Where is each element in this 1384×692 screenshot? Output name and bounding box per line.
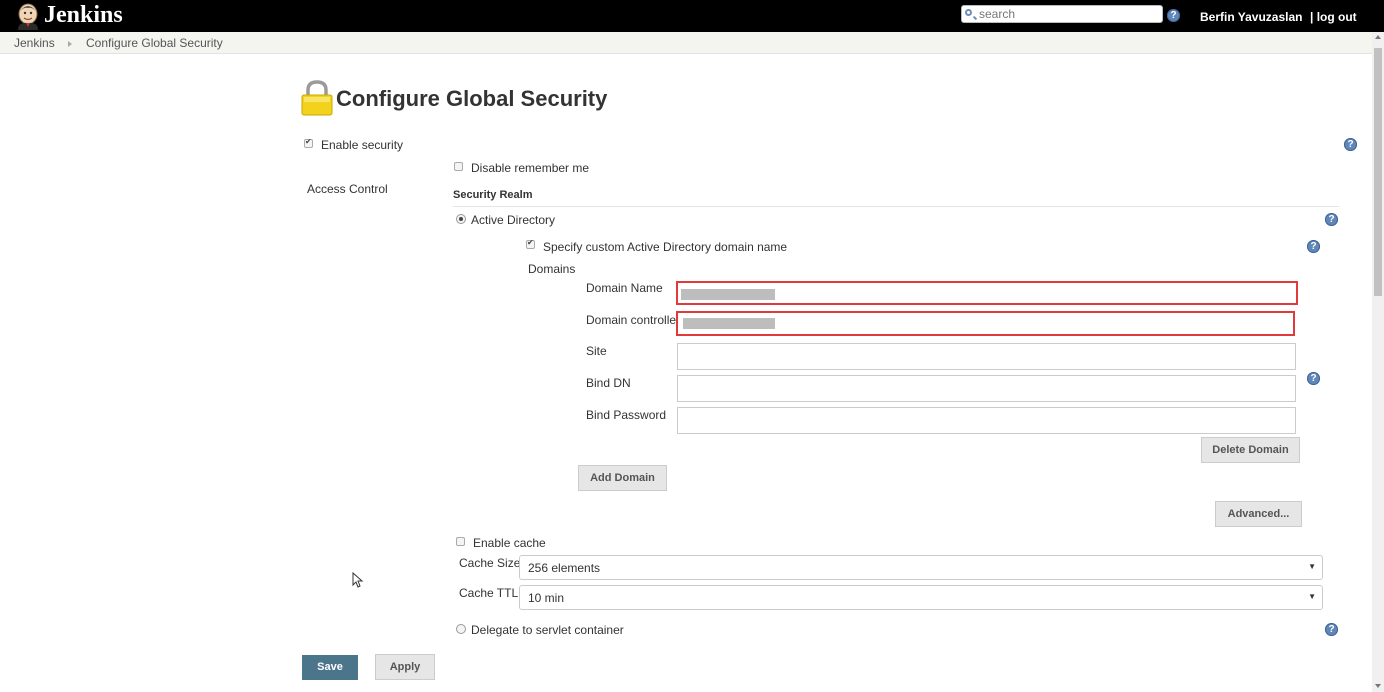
access-control-label: Access Control bbox=[307, 182, 388, 196]
advanced-button[interactable]: Advanced... bbox=[1215, 501, 1302, 527]
cache-size-select[interactable]: 256 elements ▼ bbox=[519, 555, 1323, 580]
mouse-pointer-icon bbox=[352, 572, 364, 588]
breadcrumb-configure-global-security[interactable]: Configure Global Security bbox=[86, 36, 223, 50]
logout-link[interactable]: | log out bbox=[1310, 10, 1357, 24]
scroll-down-arrow-icon[interactable] bbox=[1375, 684, 1381, 688]
enable-cache-label[interactable]: Enable cache bbox=[473, 536, 546, 550]
active-directory-label[interactable]: Active Directory bbox=[471, 213, 555, 227]
padlock-icon bbox=[301, 80, 333, 116]
search-input[interactable] bbox=[979, 6, 1159, 22]
custom-domain-label[interactable]: Specify custom Active Directory domain n… bbox=[543, 240, 787, 254]
domain-name-label: Domain Name bbox=[586, 281, 663, 295]
search-icon bbox=[965, 9, 972, 16]
bind-dn-input[interactable] bbox=[677, 375, 1296, 402]
enable-security-label[interactable]: Enable security bbox=[321, 138, 403, 152]
domains-label: Domains bbox=[528, 262, 576, 276]
dropdown-arrow-icon: ▼ bbox=[1308, 592, 1316, 601]
search-help-icon[interactable]: ? bbox=[1167, 9, 1180, 22]
user-name-link[interactable]: Berfin Yavuzaslan bbox=[1200, 10, 1303, 24]
custom-domain-checkbox[interactable] bbox=[526, 238, 535, 249]
active-directory-radio[interactable] bbox=[456, 214, 466, 224]
breadcrumb: Jenkins Configure Global Security bbox=[0, 32, 1372, 54]
cache-size-label: Cache Size bbox=[459, 556, 521, 570]
app-name[interactable]: Jenkins bbox=[44, 2, 123, 29]
jenkins-logo-icon[interactable] bbox=[15, 3, 41, 30]
cache-ttl-select[interactable]: 10 min ▼ bbox=[519, 585, 1323, 610]
save-button[interactable]: Save bbox=[302, 655, 358, 680]
site-label: Site bbox=[586, 344, 607, 358]
apply-button[interactable]: Apply bbox=[375, 654, 435, 680]
bind-password-label: Bind Password bbox=[586, 408, 667, 422]
add-domain-button[interactable]: Add Domain bbox=[578, 465, 667, 491]
bind-dn-help-icon[interactable]: ? bbox=[1307, 372, 1320, 385]
breadcrumb-jenkins[interactable]: Jenkins bbox=[14, 36, 55, 50]
page-title: Configure Global Security bbox=[336, 86, 608, 111]
custom-domain-help-icon[interactable]: ? bbox=[1307, 240, 1320, 253]
disable-remember-me-label[interactable]: Disable remember me bbox=[471, 161, 589, 175]
site-input[interactable] bbox=[677, 343, 1296, 370]
dropdown-arrow-icon: ▼ bbox=[1308, 562, 1316, 571]
bind-password-input[interactable] bbox=[677, 407, 1296, 434]
security-realm-heading: Security Realm bbox=[453, 189, 533, 201]
cache-ttl-value: 10 min bbox=[528, 591, 565, 605]
delegate-servlet-help-icon[interactable]: ? bbox=[1325, 623, 1338, 636]
breadcrumb-separator-icon bbox=[68, 41, 72, 47]
bind-dn-label: Bind DN bbox=[586, 376, 631, 390]
scrollbar-thumb[interactable] bbox=[1374, 48, 1382, 296]
search-box[interactable] bbox=[961, 5, 1163, 23]
delete-domain-button[interactable]: Delete Domain bbox=[1201, 437, 1300, 463]
active-directory-help-icon[interactable]: ? bbox=[1325, 213, 1338, 226]
cache-size-value: 256 elements bbox=[528, 561, 601, 575]
domain-controller-label: Domain controller bbox=[586, 313, 681, 327]
enable-cache-checkbox[interactable] bbox=[456, 537, 465, 546]
domain-controller-redacted-value bbox=[683, 318, 775, 329]
domain-name-redacted-value bbox=[681, 289, 775, 300]
delegate-servlet-label[interactable]: Delegate to servlet container bbox=[471, 623, 624, 637]
section-divider bbox=[453, 206, 1339, 207]
scroll-up-arrow-icon[interactable] bbox=[1375, 35, 1381, 39]
enable-security-checkbox[interactable] bbox=[304, 137, 313, 148]
delegate-servlet-radio[interactable] bbox=[456, 624, 466, 634]
disable-remember-me-checkbox[interactable] bbox=[454, 162, 463, 171]
enable-security-help-icon[interactable]: ? bbox=[1344, 138, 1357, 151]
cache-ttl-label: Cache TTL bbox=[459, 586, 519, 600]
